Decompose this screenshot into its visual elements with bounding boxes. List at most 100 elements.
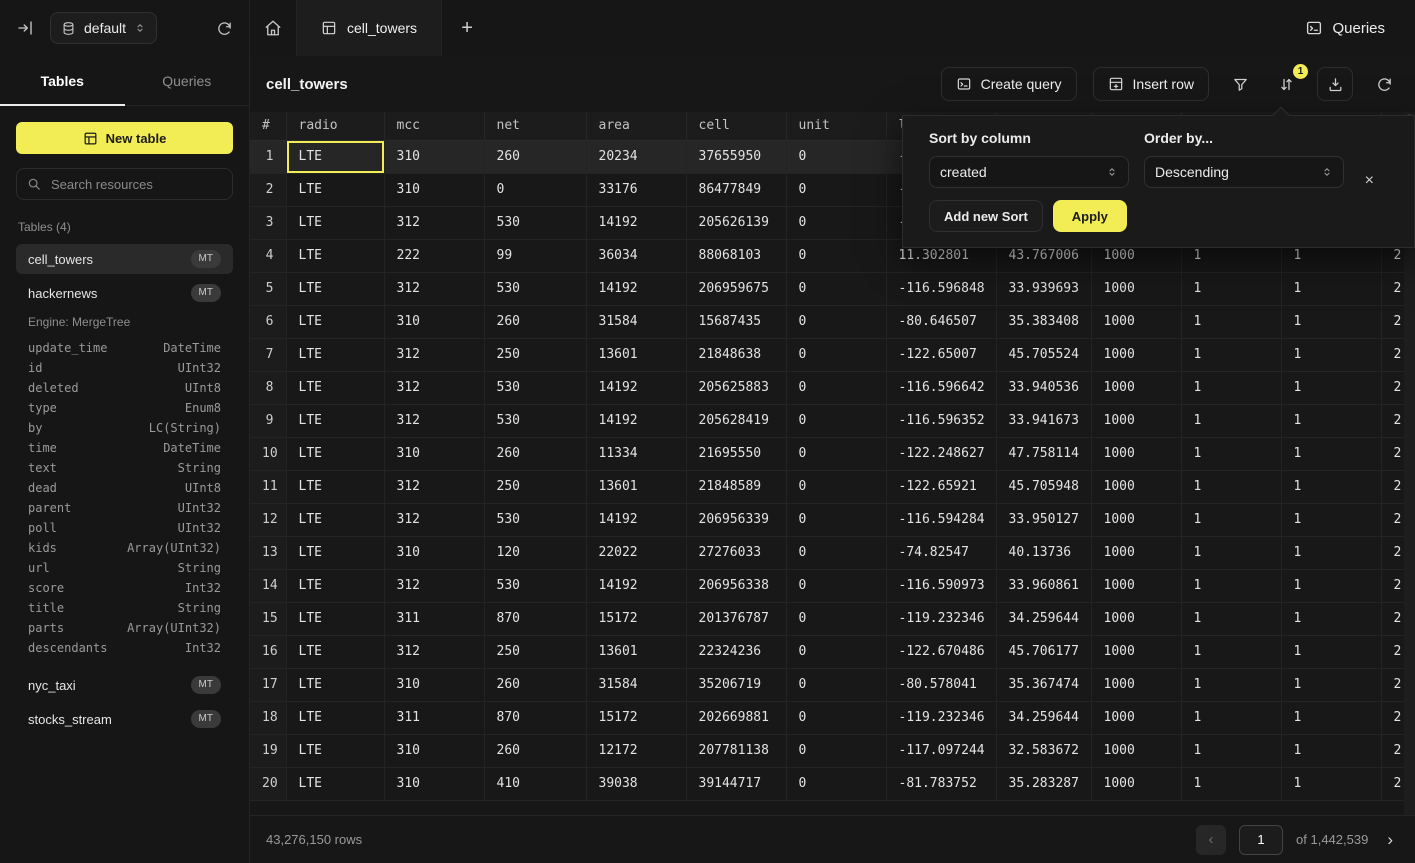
data-cell[interactable]: 0: [786, 338, 886, 371]
data-cell[interactable]: 0: [786, 668, 886, 701]
data-cell[interactable]: 12172: [586, 734, 686, 767]
data-cell[interactable]: 1: [1281, 734, 1381, 767]
data-cell[interactable]: 33.941673: [996, 404, 1091, 437]
data-cell[interactable]: 0: [786, 536, 886, 569]
data-cell[interactable]: 14192: [586, 569, 686, 602]
data-cell[interactable]: 13601: [586, 338, 686, 371]
data-cell[interactable]: 312: [384, 206, 484, 239]
data-cell[interactable]: 13601: [586, 470, 686, 503]
data-cell[interactable]: 1: [1281, 701, 1381, 734]
data-cell[interactable]: 1: [1181, 371, 1281, 404]
page-number-input[interactable]: [1239, 825, 1283, 855]
data-cell[interactable]: LTE: [286, 371, 384, 404]
data-cell[interactable]: 206959675: [686, 272, 786, 305]
data-cell[interactable]: 13601: [586, 635, 686, 668]
data-cell[interactable]: 1000: [1091, 470, 1181, 503]
data-cell[interactable]: 0: [786, 569, 886, 602]
data-cell[interactable]: 1000: [1091, 569, 1181, 602]
data-cell[interactable]: 0: [786, 272, 886, 305]
data-cell[interactable]: 31584: [586, 668, 686, 701]
column-header-area[interactable]: area: [586, 112, 686, 140]
data-cell[interactable]: 1000: [1091, 701, 1181, 734]
data-cell[interactable]: 870: [484, 602, 586, 635]
row-number-cell[interactable]: 20: [250, 767, 286, 800]
data-cell[interactable]: 0: [786, 470, 886, 503]
data-cell[interactable]: LTE: [286, 305, 384, 338]
data-cell[interactable]: 1000: [1091, 404, 1181, 437]
data-cell[interactable]: 1: [1181, 437, 1281, 470]
data-cell[interactable]: 35.383408: [996, 305, 1091, 338]
row-number-cell[interactable]: 15: [250, 602, 286, 635]
data-cell[interactable]: 39038: [586, 767, 686, 800]
reload-databases-button[interactable]: [216, 20, 233, 37]
column-header-cell[interactable]: cell: [686, 112, 786, 140]
data-cell[interactable]: -119.232346: [886, 701, 996, 734]
sidebar-item-stocks_stream[interactable]: stocks_streamMT: [16, 704, 233, 734]
data-cell[interactable]: LTE: [286, 701, 384, 734]
row-number-cell[interactable]: 13: [250, 536, 286, 569]
data-cell[interactable]: 310: [384, 437, 484, 470]
data-cell[interactable]: 0: [484, 173, 586, 206]
sidebar-item-cell_towers[interactable]: cell_towersMT: [16, 244, 233, 274]
data-cell[interactable]: LTE: [286, 503, 384, 536]
data-cell[interactable]: 310: [384, 305, 484, 338]
data-cell[interactable]: -116.596848: [886, 272, 996, 305]
data-cell[interactable]: 0: [786, 701, 886, 734]
row-number-cell[interactable]: 6: [250, 305, 286, 338]
order-by-select[interactable]: Descending: [1144, 156, 1344, 188]
data-cell[interactable]: 1000: [1091, 635, 1181, 668]
data-cell[interactable]: 86477849: [686, 173, 786, 206]
data-cell[interactable]: 33.960861: [996, 569, 1091, 602]
data-cell[interactable]: 31584: [586, 305, 686, 338]
row-number-cell[interactable]: 9: [250, 404, 286, 437]
data-cell[interactable]: 312: [384, 503, 484, 536]
data-cell[interactable]: 1000: [1091, 668, 1181, 701]
data-cell[interactable]: 310: [384, 668, 484, 701]
data-cell[interactable]: LTE: [286, 338, 384, 371]
data-cell[interactable]: 1: [1181, 272, 1281, 305]
data-cell[interactable]: 11334: [586, 437, 686, 470]
data-cell[interactable]: 34.259644: [996, 602, 1091, 635]
tab-cell-towers[interactable]: cell_towers: [296, 0, 442, 56]
data-cell[interactable]: 0: [786, 206, 886, 239]
data-cell[interactable]: 530: [484, 272, 586, 305]
data-cell[interactable]: LTE: [286, 272, 384, 305]
column-header-unit[interactable]: unit: [786, 112, 886, 140]
data-cell[interactable]: 1: [1181, 767, 1281, 800]
data-cell[interactable]: 0: [786, 239, 886, 272]
data-cell[interactable]: 1: [1181, 305, 1281, 338]
data-cell[interactable]: 33.939693: [996, 272, 1091, 305]
data-cell[interactable]: 1: [1181, 404, 1281, 437]
data-cell[interactable]: 207781138: [686, 734, 786, 767]
data-cell[interactable]: 40.13736: [996, 536, 1091, 569]
data-cell[interactable]: LTE: [286, 206, 384, 239]
data-cell[interactable]: 1: [1281, 767, 1381, 800]
data-cell[interactable]: LTE: [286, 668, 384, 701]
row-number-cell[interactable]: 14: [250, 569, 286, 602]
data-cell[interactable]: 260: [484, 305, 586, 338]
data-cell[interactable]: -122.65007: [886, 338, 996, 371]
data-cell[interactable]: 1: [1281, 602, 1381, 635]
data-cell[interactable]: 870: [484, 701, 586, 734]
data-cell[interactable]: LTE: [286, 437, 384, 470]
data-cell[interactable]: -122.670486: [886, 635, 996, 668]
data-cell[interactable]: LTE: [286, 734, 384, 767]
data-cell[interactable]: 15687435: [686, 305, 786, 338]
data-cell[interactable]: 205625883: [686, 371, 786, 404]
data-cell[interactable]: 1: [1281, 305, 1381, 338]
data-cell[interactable]: 1000: [1091, 734, 1181, 767]
data-cell[interactable]: 88068103: [686, 239, 786, 272]
data-cell[interactable]: 1000: [1091, 437, 1181, 470]
data-cell[interactable]: 34.259644: [996, 701, 1091, 734]
data-cell[interactable]: -119.232346: [886, 602, 996, 635]
data-cell[interactable]: 1000: [1091, 272, 1181, 305]
data-cell[interactable]: LTE: [286, 470, 384, 503]
data-cell[interactable]: 201376787: [686, 602, 786, 635]
data-cell[interactable]: 14192: [586, 371, 686, 404]
data-cell[interactable]: 1: [1181, 635, 1281, 668]
data-cell[interactable]: -116.594284: [886, 503, 996, 536]
data-cell[interactable]: 15172: [586, 701, 686, 734]
data-cell[interactable]: 1: [1281, 272, 1381, 305]
data-cell[interactable]: 33.940536: [996, 371, 1091, 404]
sort-button[interactable]: 1: [1271, 69, 1301, 99]
